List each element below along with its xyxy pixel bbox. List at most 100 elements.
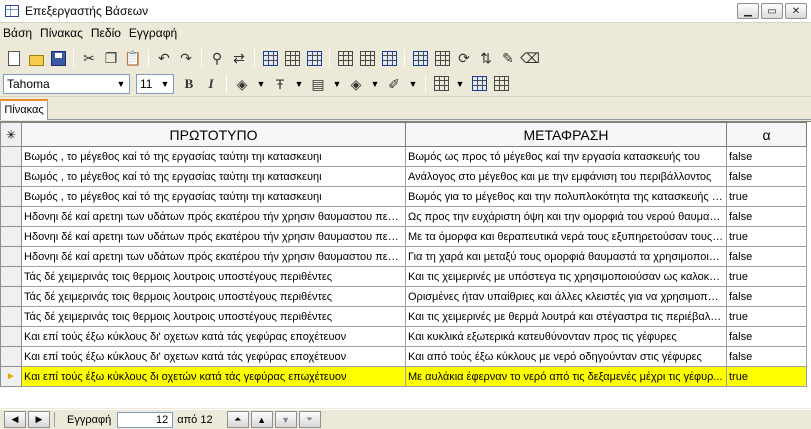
record-number-input[interactable]: 12 (117, 411, 174, 428)
cell-translation[interactable]: Ανάλογος στο μέγεθος και με την εμφάνιση… (405, 166, 727, 187)
table-row[interactable]: Ηδονηι δέ καί αρετηι των υδάτων πρός εκα… (0, 206, 807, 227)
undo-button[interactable]: ↶ (153, 47, 175, 69)
row-selector[interactable] (0, 186, 22, 207)
add-table-button[interactable] (259, 47, 281, 69)
chevron-down-icon[interactable]: ▼ (291, 75, 307, 93)
table-row[interactable]: Τάς δέ χειμερινάς τοις θερμοις λουτροις … (0, 266, 807, 287)
row-selector[interactable] (0, 246, 22, 267)
paste-button[interactable]: 📋 (122, 47, 144, 69)
table-row[interactable]: Τάς δέ χειμερινάς τοις θερμοις λουτροις … (0, 306, 807, 327)
chevron-down-icon[interactable]: ▼ (405, 75, 421, 93)
cell-original[interactable]: Ηδονηι δέ καί αρετηι των υδάτων πρός εκα… (21, 226, 406, 247)
field-props-button[interactable] (378, 47, 400, 69)
font-size-select[interactable]: 11 ▼ (136, 73, 174, 94)
row-selector[interactable] (0, 166, 22, 187)
sort-button[interactable]: ⇅ (475, 47, 497, 69)
add-record-button[interactable] (409, 47, 431, 69)
first-record-button[interactable]: ◀ (4, 411, 26, 428)
column-header-alpha[interactable]: α (726, 122, 807, 147)
chevron-down-icon[interactable]: ▼ (452, 75, 468, 93)
cell-original[interactable]: Και επί τούς έξω κύκλους δι' οχετων κατά… (21, 326, 406, 347)
table-props-button[interactable] (303, 47, 325, 69)
copy-button[interactable]: ❐ (100, 47, 122, 69)
add-field-button[interactable] (334, 47, 356, 69)
highlight-button[interactable]: ✐ (383, 73, 405, 95)
cell-alpha[interactable]: false (726, 206, 807, 227)
row-selector[interactable] (0, 346, 22, 367)
redo-button[interactable]: ↷ (175, 47, 197, 69)
close-button[interactable]: ✕ (785, 3, 807, 19)
table-row[interactable]: Και επί τούς έξω κύκλους δι' οχετων κατά… (0, 326, 807, 347)
font-color-button[interactable]: Ŧ (269, 73, 291, 95)
cell-alpha[interactable]: false (726, 346, 807, 367)
find-button[interactable]: ⚲ (206, 47, 228, 69)
cut-button[interactable]: ✂ (78, 47, 100, 69)
table-row[interactable]: Βωμός , το μέγεθος καί τό της εργασίας τ… (0, 146, 807, 167)
datasheet[interactable]: ✳ ΠΡΩΤΟΤΥΠΟ ΜΕΤΑΦΡΑΣΗ α Βωμός , το μέγεθ… (0, 121, 811, 408)
fill-color-button[interactable]: ◈ (231, 73, 253, 95)
line-color-button[interactable]: ▤ (307, 73, 329, 95)
bold-button[interactable]: B (178, 73, 200, 95)
delete-record-button[interactable] (431, 47, 453, 69)
cell-alpha[interactable]: false (726, 286, 807, 307)
new-button[interactable] (3, 47, 25, 69)
cell-translation[interactable]: Με τα όμορφα και θεραπευτικά νερά τους ε… (405, 226, 727, 247)
row-selector[interactable] (0, 226, 22, 247)
tab-table[interactable]: Πίνακας (0, 99, 48, 120)
cell-translation[interactable]: Βωμός ως προς τό μέγεθος καί την εργασία… (405, 146, 727, 167)
minimize-button[interactable]: ▁ (737, 3, 759, 19)
cell-alpha[interactable]: true (726, 306, 807, 327)
menu-field[interactable]: Πεδίο (87, 24, 125, 42)
cell-alpha[interactable]: false (726, 246, 807, 267)
open-button[interactable] (25, 47, 47, 69)
cell-original[interactable]: Ηδονηι δέ καί αρετηι των υδάτων πρός εκα… (21, 206, 406, 227)
row-selector[interactable] (0, 266, 22, 287)
chevron-down-icon[interactable]: ▼ (329, 75, 345, 93)
menu-base[interactable]: Βάση (0, 24, 36, 42)
clear-button[interactable]: ⌫ (519, 47, 541, 69)
row-selector[interactable] (0, 306, 22, 327)
datasheet-view-button[interactable] (468, 73, 490, 95)
table-row[interactable]: ► Και επί τούς έξω κύκλους δι οχετών κατά… (0, 366, 807, 387)
row-selector[interactable] (0, 286, 22, 307)
cell-alpha[interactable]: true (726, 226, 807, 247)
cell-original[interactable]: Και επί τούς έξω κύκλους δι οχετών κατά … (21, 366, 406, 387)
cell-original[interactable]: Βωμός , το μέγεθος καί τό της εργασίας τ… (21, 186, 406, 207)
table-row[interactable]: Βωμός , το μέγεθος καί τό της εργασίας τ… (0, 186, 807, 207)
save-button[interactable] (47, 47, 69, 69)
menu-table[interactable]: Πίνακας (36, 24, 87, 42)
back-color-button[interactable]: ◈ (345, 73, 367, 95)
cell-original[interactable]: Ηδονηι δέ καί αρετηι των υδάτων πρός εκα… (21, 246, 406, 267)
last-record-button[interactable]: ⏷ (298, 411, 321, 428)
row-selector[interactable] (0, 326, 22, 347)
maximize-button[interactable]: ▭ (761, 3, 783, 19)
column-header-translation[interactable]: ΜΕΤΑΦΡΑΣΗ (405, 122, 727, 147)
delete-field-button[interactable] (356, 47, 378, 69)
cell-original[interactable]: Και επί τούς έξω κύκλους δι' οχετων κατά… (21, 346, 406, 367)
menu-record[interactable]: Εγγραφή (125, 24, 181, 42)
delete-table-button[interactable] (281, 47, 303, 69)
chevron-down-icon[interactable]: ▼ (253, 75, 269, 93)
cell-alpha[interactable]: false (726, 166, 807, 187)
top-record-button[interactable]: ⏶ (226, 411, 249, 428)
cell-original[interactable]: Τάς δέ χειμερινάς τοις θερμοις λουτροις … (21, 266, 406, 287)
chevron-down-icon[interactable]: ▼ (113, 75, 129, 93)
cell-translation[interactable]: Και τις χειμερινές με υπόστεγα τις χρησι… (405, 266, 727, 287)
cell-translation[interactable]: Και κυκλικά εξωτερικά κατευθύνονταν προς… (405, 326, 727, 347)
cell-alpha[interactable]: false (726, 326, 807, 347)
cell-original[interactable]: Τάς δέ χειμερινάς τοις θερμοις λουτροις … (21, 306, 406, 327)
down-record-button[interactable]: ▼ (274, 411, 297, 428)
prev-record-button[interactable]: ▲ (250, 411, 273, 428)
cell-alpha[interactable]: true (726, 186, 807, 207)
font-select[interactable]: Tahoma ▼ (3, 73, 130, 94)
column-header-original[interactable]: ΠΡΩΤΟΤΥΠΟ (21, 122, 406, 147)
cell-translation[interactable]: Και τις χειμερινές με θερμά λουτρά και σ… (405, 306, 727, 327)
refresh-button[interactable]: ⟳ (453, 47, 475, 69)
select-all-icon[interactable]: ✳ (0, 122, 22, 147)
table-row[interactable]: Τάς δέ χειμερινάς τοις θερμοις λουτροις … (0, 286, 807, 307)
cell-translation[interactable]: Βωμός για το μέγεθος και την πολυπλοκότη… (405, 186, 727, 207)
chevron-down-icon[interactable]: ▼ (157, 75, 173, 93)
cell-alpha[interactable]: true (726, 366, 807, 387)
cell-alpha[interactable]: true (726, 266, 807, 287)
cell-translation[interactable]: Και από τούς έξω κύκλους με νερό οδηγούν… (405, 346, 727, 367)
